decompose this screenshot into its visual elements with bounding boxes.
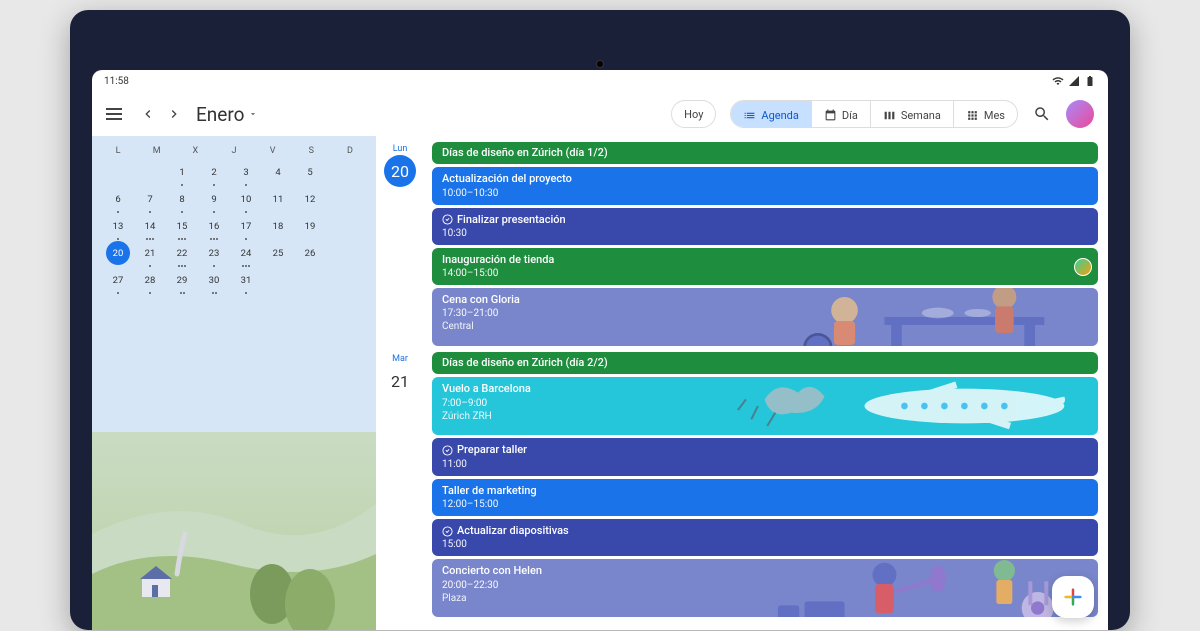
agenda-day-group: Lun20 Días de diseño en Zúrich (día 1/2) A… [376, 142, 1098, 346]
mini-calendar-day[interactable]: 14 [138, 214, 162, 238]
mini-calendar-day[interactable]: 2 [202, 160, 226, 184]
mini-calendar-day[interactable]: 26 [298, 241, 322, 265]
mini-calendar-day[interactable]: 18 [266, 214, 290, 238]
weekday-label: J [222, 146, 246, 156]
status-icons [1052, 75, 1096, 87]
weekday-label: D [338, 146, 362, 156]
mini-calendar-day[interactable]: 16 [202, 214, 226, 238]
mini-calendar-day[interactable]: 17 [234, 214, 258, 238]
sidebar-illustration [92, 474, 376, 630]
mini-calendar-day[interactable]: 21 [138, 241, 162, 265]
mini-calendar-day[interactable]: 10 [234, 187, 258, 211]
next-month-button[interactable] [166, 106, 182, 122]
mini-calendar-day[interactable]: 20 [106, 241, 130, 265]
battery-icon [1084, 75, 1096, 87]
event-item[interactable]: Días de diseño en Zúrich (día 1/2) [432, 142, 1098, 164]
search-icon [1033, 105, 1051, 123]
mini-calendar-day[interactable]: 27 [106, 268, 130, 292]
dropdown-icon [248, 109, 258, 119]
plus-icon [1062, 586, 1084, 608]
mini-calendar-day[interactable]: 1 [170, 160, 194, 184]
mini-calendar-day[interactable]: 30 [202, 268, 226, 292]
agenda-day-group: Mar21 Días de diseño en Zúrich (día 2/2) V… [376, 352, 1098, 617]
weekday-label: S [299, 146, 323, 156]
weekday-label: V [261, 146, 285, 156]
mini-calendar-grid: 1234567891011121314151617181920212223242… [106, 160, 362, 292]
weekday-label: M [145, 146, 169, 156]
mini-calendar-day[interactable]: 22 [170, 241, 194, 265]
status-time: 11:58 [104, 76, 129, 87]
mini-calendar-day[interactable]: 25 [266, 241, 290, 265]
view-selector: Agenda Día Semana Mes [730, 100, 1018, 128]
view-week-button[interactable]: Semana [871, 101, 954, 128]
event-item[interactable]: Vuelo a Barcelona7:00–9:00Zúrich ZRH [432, 377, 1098, 435]
prev-month-button[interactable] [140, 106, 156, 122]
event-item[interactable]: Actualización del proyecto10:00–10:30 [432, 167, 1098, 204]
mini-calendar-day[interactable]: 28 [138, 268, 162, 292]
mini-calendar-day[interactable]: 11 [266, 187, 290, 211]
search-button[interactable] [1032, 104, 1052, 124]
month-dropdown[interactable]: Enero [196, 103, 258, 126]
mini-calendar-day [266, 268, 290, 292]
event-item[interactable]: Preparar taller11:00 [432, 438, 1098, 475]
event-item[interactable]: Finalizar presentación10:30 [432, 208, 1098, 245]
menu-icon[interactable] [106, 104, 126, 124]
day-marker[interactable]: Mar21 [376, 352, 424, 617]
weekday-label: L [106, 146, 130, 156]
view-month-button[interactable]: Mes [954, 101, 1017, 128]
sidebar: LMXJVSD 12345678910111213141516171819202… [92, 136, 376, 630]
mini-calendar-day [298, 268, 322, 292]
event-item[interactable]: Actualizar diapositivas15:00 [432, 519, 1098, 556]
mini-calendar-day [106, 160, 130, 184]
agenda-icon [743, 109, 756, 122]
status-bar: 11:58 [92, 70, 1108, 92]
camera-dot [596, 60, 604, 68]
create-event-fab[interactable] [1052, 576, 1094, 618]
wifi-icon [1052, 75, 1064, 87]
month-label: Enero [196, 103, 244, 126]
today-button[interactable]: Hoy [671, 100, 716, 128]
mini-calendar-day[interactable]: 29 [170, 268, 194, 292]
event-item[interactable]: Cena con Gloria17:30–21:00Central [432, 288, 1098, 346]
mini-calendar-day[interactable]: 9 [202, 187, 226, 211]
view-agenda-button[interactable]: Agenda [731, 101, 811, 128]
events-column: Días de diseño en Zúrich (día 2/2) Vuelo … [432, 352, 1098, 617]
agenda-panel[interactable]: Lun20 Días de diseño en Zúrich (día 1/2) A… [376, 136, 1108, 630]
mini-calendar-day[interactable]: 19 [298, 214, 322, 238]
app-header: Enero Hoy Agenda Día Semana [92, 92, 1108, 136]
events-column: Días de diseño en Zúrich (día 1/2) Actual… [432, 142, 1098, 346]
mini-calendar-day[interactable]: 8 [170, 187, 194, 211]
mini-calendar-day [138, 160, 162, 184]
mini-calendar: LMXJVSD 12345678910111213141516171819202… [92, 136, 376, 298]
mini-calendar-day[interactable]: 5 [298, 160, 322, 184]
mini-calendar-day[interactable]: 6 [106, 187, 130, 211]
mini-calendar-day[interactable]: 31 [234, 268, 258, 292]
mini-calendar-day[interactable]: 13 [106, 214, 130, 238]
day-icon [824, 109, 837, 122]
mini-calendar-day[interactable]: 12 [298, 187, 322, 211]
mini-calendar-day[interactable]: 24 [234, 241, 258, 265]
profile-avatar[interactable] [1066, 100, 1094, 128]
tablet-device-frame: 11:58 Enero Hoy Agenda [70, 10, 1130, 630]
view-day-button[interactable]: Día [812, 101, 871, 128]
signal-icon [1068, 75, 1080, 87]
mini-calendar-day[interactable]: 3 [234, 160, 258, 184]
screen: 11:58 Enero Hoy Agenda [92, 70, 1108, 630]
event-item[interactable]: Taller de marketing12:00–15:00 [432, 479, 1098, 516]
main-content: LMXJVSD 12345678910111213141516171819202… [92, 136, 1108, 630]
mini-calendar-day[interactable]: 23 [202, 241, 226, 265]
week-icon [883, 109, 896, 122]
mini-calendar-day[interactable]: 4 [266, 160, 290, 184]
day-marker[interactable]: Lun20 [376, 142, 424, 346]
event-item[interactable]: Días de diseño en Zúrich (día 2/2) [432, 352, 1098, 374]
mini-calendar-day[interactable]: 7 [138, 187, 162, 211]
month-icon [966, 109, 979, 122]
event-item[interactable]: Concierto con Helen20:00–22:30Plaza [432, 559, 1098, 617]
mini-calendar-day[interactable]: 15 [170, 214, 194, 238]
month-nav [140, 106, 182, 122]
mini-calendar-weekdays: LMXJVSD [106, 142, 362, 160]
weekday-label: X [183, 146, 207, 156]
event-item[interactable]: Inauguración de tienda14:00–15:00 [432, 248, 1098, 285]
